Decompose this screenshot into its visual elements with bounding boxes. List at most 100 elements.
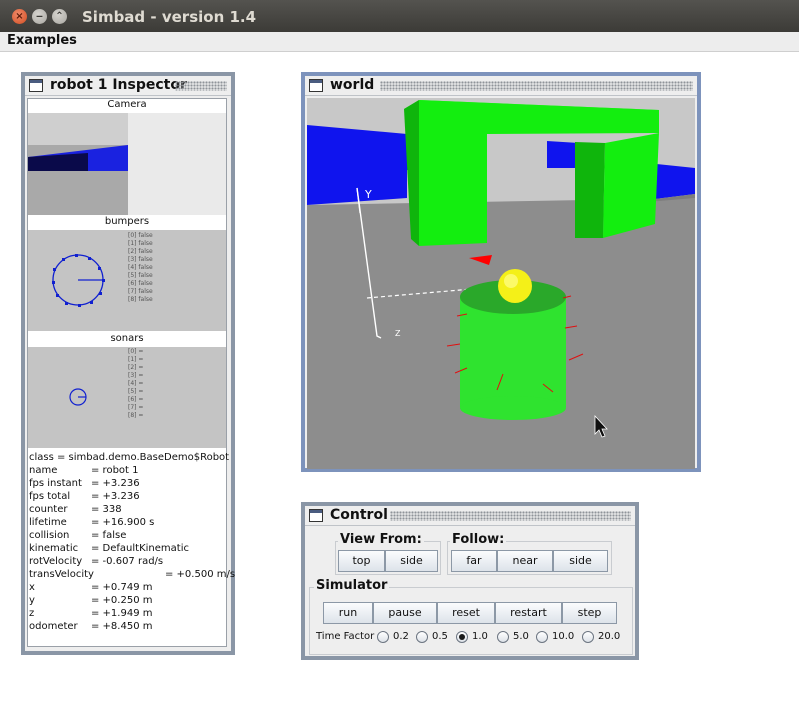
prop-key: fps instant (29, 478, 82, 489)
title-grip (380, 81, 693, 91)
prop-value: = +8.450 m (91, 621, 153, 632)
menu-bar: Examples (0, 32, 799, 52)
view-from-label: View From: (338, 532, 424, 547)
window-titlebar: × ‒ ⌃ Simbad - version 1.4 (0, 0, 799, 32)
prop-row: transVelocity = +0.500 m/s (28, 568, 235, 581)
sonars-list: [0] = [1] = [2] = [3] = [4] = [5] = [6] … (128, 348, 143, 420)
camera-label: Camera (28, 99, 226, 113)
time-factor-radio-0.2[interactable] (377, 631, 389, 643)
prop-key: name (29, 465, 58, 476)
control-title: Control (330, 507, 388, 523)
sonar-item: [0] = (128, 348, 144, 355)
close-icon[interactable]: × (12, 9, 27, 24)
time-factor-radio-1.0[interactable] (456, 631, 468, 643)
prop-row: x = +0.749 m (28, 581, 226, 594)
step-button[interactable]: step (562, 602, 617, 624)
sonar-item: [2] = (128, 364, 144, 371)
wall-back-2 (547, 141, 579, 168)
class-line: class = simbad.demo.BaseDemo$Robot (29, 452, 230, 463)
bumper-item: [6] false (128, 280, 153, 287)
prop-value: = +16.900 s (91, 517, 155, 528)
world-header[interactable]: world (305, 76, 697, 96)
bumper-item: [5] false (128, 272, 153, 279)
time-factor-option: 10.0 (552, 631, 575, 642)
time-factor-option: 20.0 (598, 631, 621, 642)
prop-row: fps total = +3.236 (28, 490, 226, 503)
follow-near-button[interactable]: near (497, 550, 553, 572)
bumpers-label: bumpers (28, 216, 226, 230)
sonar-item: [8] = (128, 412, 144, 419)
prop-value: = 338 (91, 504, 122, 515)
control-frame: Control View From: top side Follow: far … (301, 502, 639, 660)
prop-row: counter = 338 (28, 503, 226, 516)
prop-row: z = +1.949 m (28, 607, 226, 620)
restart-button[interactable]: restart (495, 602, 562, 624)
prop-key: rotVelocity (29, 556, 83, 567)
inspector-frame: robot 1 Inspector Camera bumpers [0] fal… (21, 72, 235, 655)
world-scene: Y Z (307, 98, 695, 469)
prop-key: z (29, 608, 35, 619)
prop-key: y (29, 595, 35, 606)
bumper-item: [2] false (128, 248, 153, 255)
prop-row: rotVelocity = -0.607 rad/s (28, 555, 226, 568)
prop-value: = false (91, 530, 127, 541)
bumpers-diagram (52, 254, 105, 307)
prop-value: = +0.749 m (91, 582, 153, 593)
frame-window-icon[interactable] (309, 79, 323, 92)
prop-value: = +3.236 (91, 491, 140, 502)
prop-value: = +0.250 m (91, 595, 153, 606)
time-factor-radio-0.5[interactable] (416, 631, 428, 643)
view-side-button[interactable]: side (385, 550, 438, 572)
sonar-item: [1] = (128, 356, 144, 363)
time-factor-option: 5.0 (513, 631, 529, 642)
title-grip (175, 81, 227, 91)
bumper-item: [3] false (128, 256, 153, 263)
inspector-content: Camera bumpers [0] false [1] false [2] f… (27, 98, 235, 647)
follow-side-button[interactable]: side (553, 550, 608, 572)
axis-z-label: Z (395, 329, 401, 338)
prop-value: = DefaultKinematic (91, 543, 189, 554)
prop-row: kinematic = DefaultKinematic (28, 542, 226, 555)
camera-image (28, 113, 226, 215)
follow-label: Follow: (450, 532, 507, 547)
sonar-item: [7] = (128, 404, 144, 411)
bumper-item: [4] false (128, 264, 153, 271)
prop-value: = -0.607 rad/s (91, 556, 164, 567)
time-factor-radio-5.0[interactable] (497, 631, 509, 643)
inspector-header[interactable]: robot 1 Inspector (25, 76, 231, 96)
run-button[interactable]: run (323, 602, 373, 624)
arch-right-inner (575, 142, 605, 238)
sonar-item: [4] = (128, 380, 144, 387)
bumper-item: [0] false (128, 232, 153, 239)
view-top-button[interactable]: top (338, 550, 385, 572)
control-header[interactable]: Control (305, 506, 635, 526)
follow-far-button[interactable]: far (451, 550, 497, 572)
window-title: Simbad - version 1.4 (82, 8, 257, 26)
sonars-label: sonars (28, 333, 226, 347)
prop-key: kinematic (29, 543, 79, 554)
pause-button[interactable]: pause (373, 602, 437, 624)
time-factor-radio-10.0[interactable] (536, 631, 548, 643)
sonars-view: [0] = [1] = [2] = [3] = [4] = [5] = [6] … (28, 347, 226, 448)
bumper-item: [7] false (128, 288, 153, 295)
menu-examples[interactable]: Examples (7, 33, 77, 48)
camera-view (28, 113, 226, 215)
robot-properties: class = simbad.demo.BaseDemo$Robot name =… (28, 451, 235, 633)
prop-key: x (29, 582, 35, 593)
prop-key: odometer (29, 621, 78, 632)
minimize-icon[interactable]: ‒ (32, 9, 47, 24)
robot-base (460, 396, 566, 420)
frame-window-icon[interactable] (309, 509, 323, 522)
bumpers-list: [0] false [1] false [2] false [3] false … (128, 232, 153, 304)
inspector-title: robot 1 Inspector (50, 77, 187, 93)
prop-value: = robot 1 (91, 465, 139, 476)
prop-key: lifetime (29, 517, 67, 528)
frame-window-icon[interactable] (29, 79, 43, 92)
bumper-item: [8] false (128, 296, 153, 303)
maximize-icon[interactable]: ⌃ (52, 9, 67, 24)
world-3d-view[interactable]: Y Z (307, 98, 695, 469)
time-factor-radio-20.0[interactable] (582, 631, 594, 643)
reset-button[interactable]: reset (437, 602, 495, 624)
prop-key: transVelocity (29, 569, 94, 580)
time-factor-option: 1.0 (472, 631, 488, 642)
